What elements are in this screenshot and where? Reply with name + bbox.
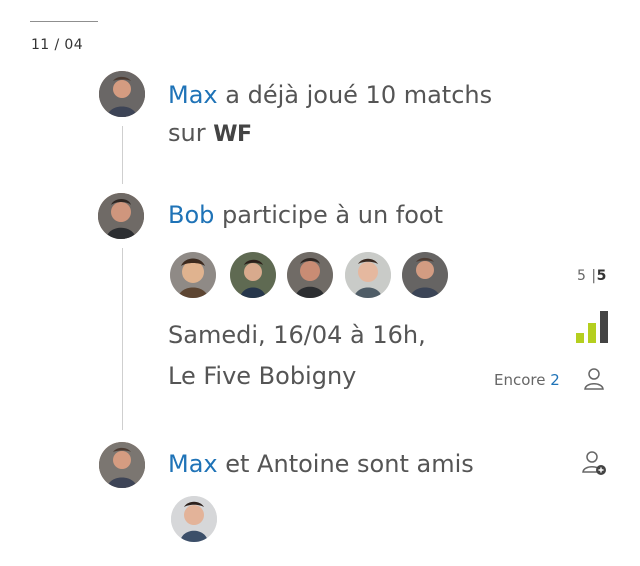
avatar-photo — [99, 71, 145, 117]
remaining-label: Encore — [494, 371, 551, 389]
feed-item-1-text: Max a déjà joué 10 matchs — [168, 76, 492, 114]
signal-bar-1 — [576, 333, 584, 343]
participant-photo — [170, 252, 216, 298]
participant-avatar-5[interactable] — [402, 252, 448, 298]
participant-avatar-2[interactable] — [230, 252, 276, 298]
participants-total: 5 — [596, 268, 607, 284]
participant-avatar-1[interactable] — [170, 252, 216, 298]
participant-photo — [345, 252, 391, 298]
friend-photo — [171, 496, 217, 542]
avatar-photo — [99, 442, 145, 488]
participant-photo — [287, 252, 333, 298]
add-friend-icon[interactable] — [578, 448, 608, 478]
avatar-max-2[interactable] — [99, 442, 145, 488]
friendship-text: et Antoine sont amis — [217, 450, 474, 478]
avatar-bob[interactable] — [98, 193, 144, 239]
feed-item-1-text-line2: sur WF — [168, 114, 252, 154]
friend-avatar[interactable] — [171, 496, 217, 542]
signal-bar-3 — [600, 311, 608, 343]
participation-text: participe à un foot — [214, 201, 444, 229]
signal-bar-2 — [588, 323, 596, 343]
participants-current: 5 — [577, 268, 587, 284]
participants-count: 5 |5 — [577, 268, 607, 284]
achievement-text: a déjà joué 10 matchs — [217, 81, 493, 109]
event-place: Le Five Bobigny — [168, 362, 357, 390]
event-date: Samedi, 16/04 à 16h, — [168, 321, 426, 349]
achievement-text-2: sur — [168, 119, 214, 147]
person-icon[interactable] — [580, 365, 608, 393]
participant-avatar-3[interactable] — [287, 252, 333, 298]
remaining-count: 2 — [550, 371, 560, 389]
signal-bars-icon — [576, 309, 612, 343]
avatar-photo — [98, 193, 144, 239]
date-divider — [30, 21, 98, 22]
date-label: 11 / 04 — [31, 37, 84, 53]
participant-photo — [402, 252, 448, 298]
avatar-max[interactable] — [99, 71, 145, 117]
participant-photo — [230, 252, 276, 298]
timeline-line-2 — [122, 248, 123, 430]
feed-item-3-text: Max et Antoine sont amis — [168, 445, 474, 483]
wf-logo: WF — [213, 122, 252, 147]
feed-item-2-text: Bob participe à un foot — [168, 196, 443, 234]
remaining-spots: Encore 2 — [494, 371, 560, 389]
user-name-max-2[interactable]: Max — [168, 450, 218, 478]
user-name-bob[interactable]: Bob — [168, 201, 214, 229]
timeline-line-1 — [122, 126, 123, 184]
user-name-max[interactable]: Max — [168, 81, 218, 109]
participant-avatar-4[interactable] — [345, 252, 391, 298]
